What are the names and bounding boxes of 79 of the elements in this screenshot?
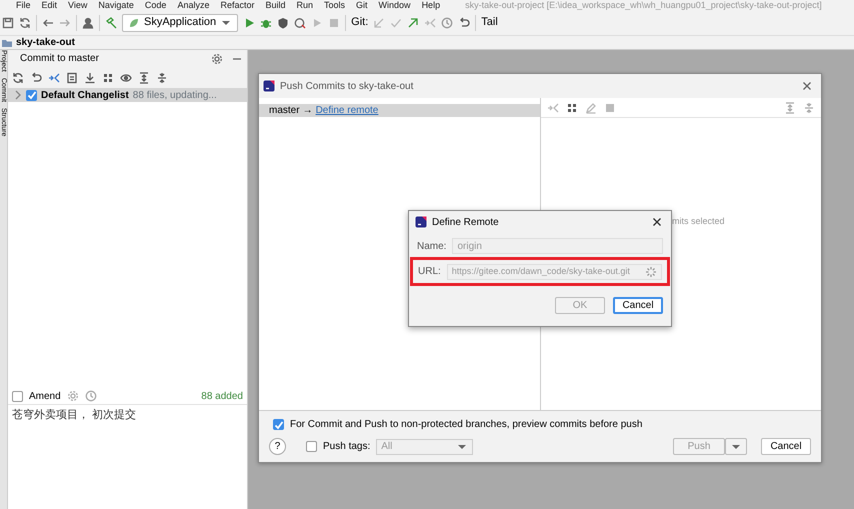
settings-icon[interactable] [211, 53, 223, 65]
menu-item[interactable]: Help [422, 1, 440, 10]
rollback-icon[interactable] [30, 72, 42, 84]
checkbox[interactable] [26, 90, 37, 100]
history-icon[interactable] [441, 16, 454, 28]
amend-checkbox[interactable] [12, 390, 23, 402]
hammer-icon[interactable] [105, 16, 117, 28]
panel-icon[interactable] [604, 102, 616, 114]
define-remote-link[interactable]: Define remote [316, 103, 378, 118]
cancel-button[interactable]: Cancel [613, 297, 663, 314]
branch-row[interactable]: master → Define remote [259, 104, 540, 117]
loading-spinner-icon [645, 266, 657, 278]
tick-icon [272, 418, 284, 430]
download-icon[interactable] [84, 72, 96, 84]
run-configuration-dropdown[interactable]: SkyApplication [122, 14, 238, 32]
commit-message-field[interactable]: 苍穹外卖项目， 初次提交 [8, 405, 247, 509]
amend-label: Amend [29, 390, 61, 404]
field-label: URL: [418, 265, 441, 279]
save-icon[interactable] [2, 16, 14, 28]
url-text: https://gitee.com/dawn_code/sky-take-out.git [452, 264, 630, 278]
close-icon[interactable] [651, 216, 663, 228]
tick-icon [26, 89, 38, 101]
run-icon[interactable] [243, 16, 256, 28]
app-logo-icon [415, 216, 427, 228]
refresh-icon[interactable] [12, 72, 24, 84]
help-button[interactable]: ? [269, 438, 286, 455]
menu-item[interactable]: Refactor [220, 1, 254, 10]
field-label: Name: [417, 240, 446, 254]
menu-item[interactable]: Run [296, 1, 314, 10]
breadcrumb-item[interactable]: sky-take-out [16, 35, 75, 50]
eye-icon[interactable] [120, 72, 132, 84]
menu-item[interactable]: Git [356, 1, 368, 10]
coverage-icon[interactable] [277, 16, 290, 28]
menu-item[interactable]: Window [378, 1, 411, 10]
expand-all-icon[interactable] [138, 72, 150, 84]
push-icon[interactable] [407, 16, 420, 28]
branch-name: master [269, 104, 300, 118]
checkbox[interactable] [306, 441, 317, 452]
changelist-row[interactable]: Default Changelist 88 files, updating... [8, 88, 247, 102]
menu-item[interactable]: Edit [42, 1, 58, 10]
diff-icon[interactable] [66, 72, 78, 84]
app-logo-icon [263, 80, 275, 92]
added-count: 88 added [201, 390, 243, 404]
user-icon[interactable] [82, 16, 94, 28]
dialog-title: Push Commits to sky-take-out [280, 80, 414, 94]
group-icon[interactable] [566, 102, 578, 114]
group-icon[interactable] [102, 72, 114, 84]
leaf-icon [128, 16, 140, 28]
profile-icon[interactable] [294, 16, 306, 28]
history-icon[interactable] [84, 390, 97, 402]
back-icon[interactable] [42, 16, 54, 28]
menu-item[interactable]: View [68, 1, 88, 10]
menu-item[interactable]: Code [144, 1, 166, 10]
tail-button[interactable]: Tail [481, 14, 498, 31]
menu-item[interactable]: Analyze [177, 1, 210, 10]
cancel-button[interactable]: Cancel [761, 438, 811, 455]
checkbox-label: Push tags: [323, 440, 370, 454]
arrow-glyph: → [302, 104, 313, 118]
edit-icon[interactable] [585, 102, 597, 114]
close-icon[interactable] [801, 80, 813, 92]
empty-state-text: mits selected [672, 215, 726, 228]
checkbox[interactable] [273, 419, 284, 430]
menu-item[interactable]: Build [265, 1, 286, 10]
changelist-status: 88 files, updating... [132, 88, 217, 102]
settings-icon[interactable] [66, 390, 79, 402]
menu-item[interactable]: Tools [324, 1, 346, 10]
collapse-all-icon[interactable] [156, 72, 168, 84]
checkbox-label: For Commit and Push to non-protected branches, preview commits before push [290, 418, 642, 432]
git-label: Git: [351, 15, 368, 30]
dialog-title: Define Remote [432, 216, 499, 230]
merge-icon[interactable] [48, 72, 60, 84]
revert-icon[interactable] [458, 16, 470, 28]
sync-icon[interactable] [19, 16, 31, 28]
changelist-name: Default Changelist [41, 88, 129, 102]
menu-item[interactable]: Navigate [98, 1, 134, 10]
forward-icon[interactable] [59, 16, 71, 28]
merge-icon[interactable] [547, 102, 559, 114]
menu-item[interactable]: File [16, 1, 31, 10]
window-title: sky-take-out-project [E:\idea_workspace_wh\wh_huangpu01_project\sky-take-out-project] [465, 1, 822, 10]
